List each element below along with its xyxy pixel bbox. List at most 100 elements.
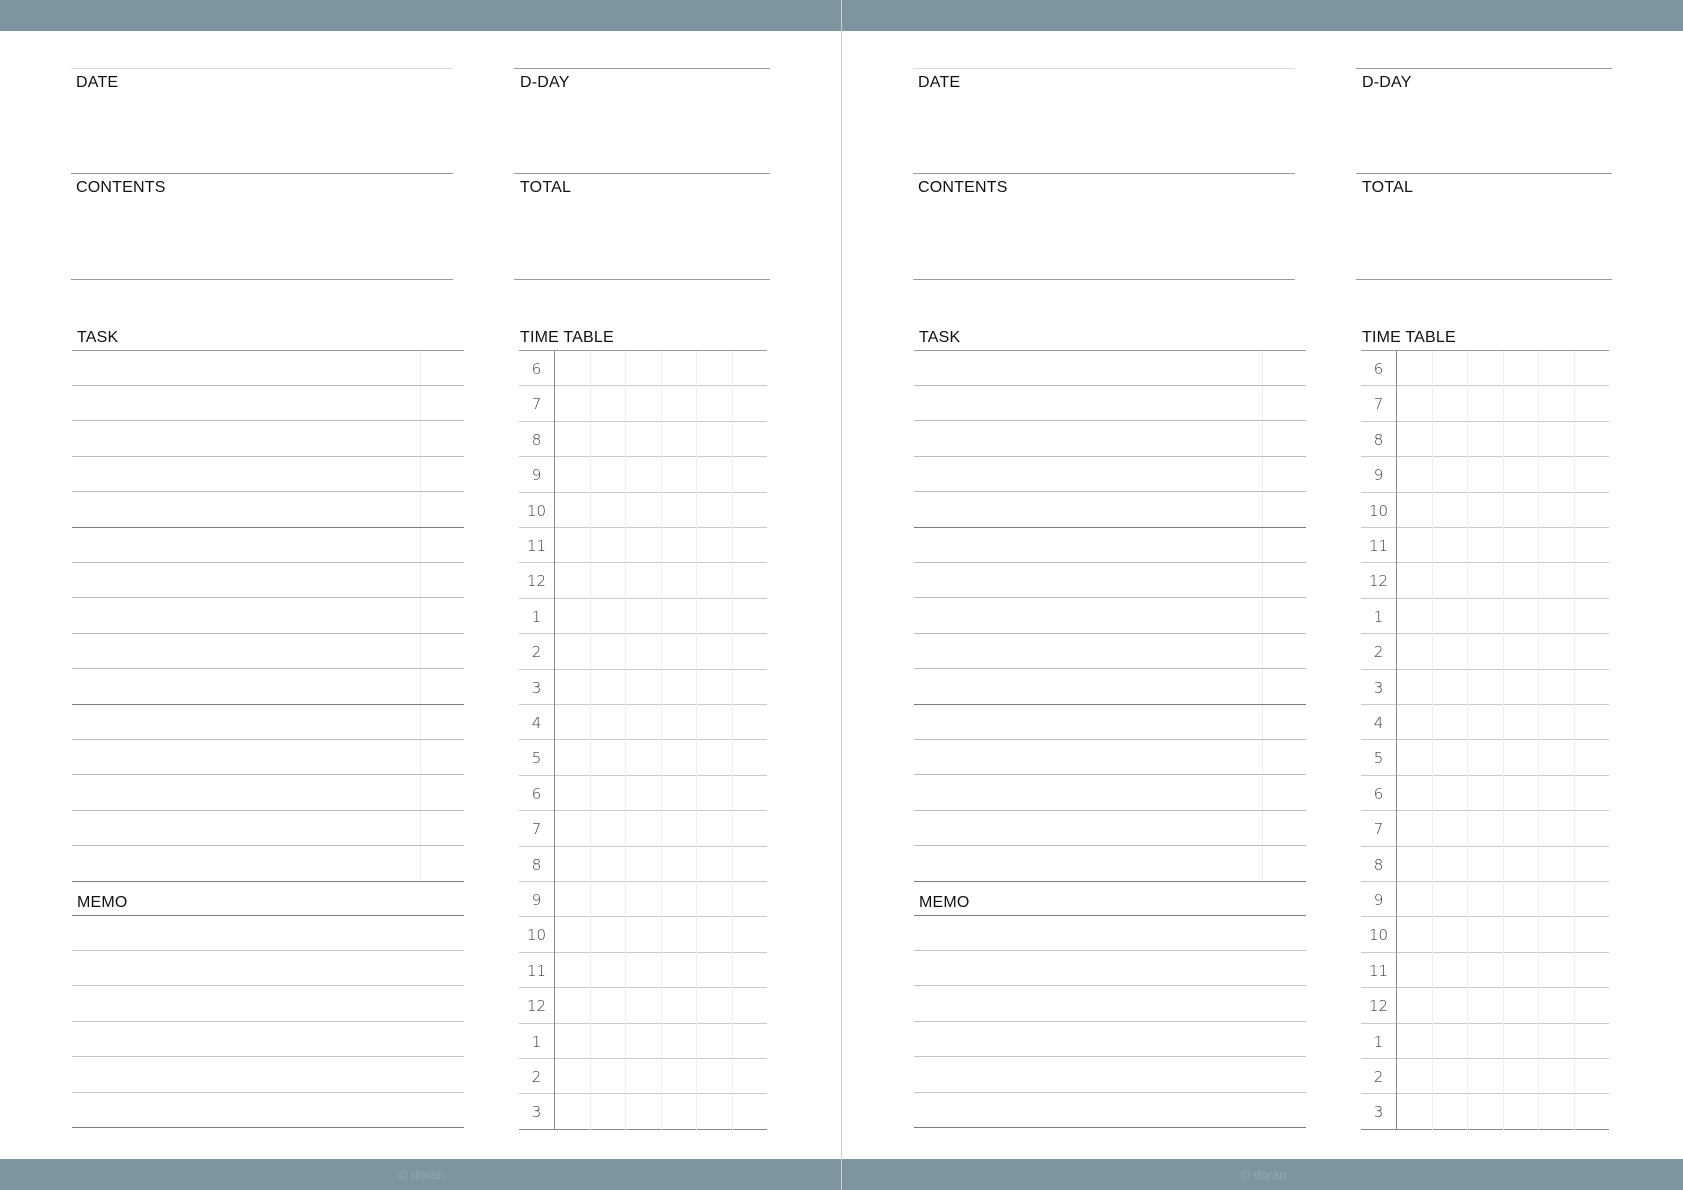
- time-slot-row[interactable]: 12: [519, 988, 767, 1024]
- time-slot-row[interactable]: 6: [519, 351, 767, 387]
- time-slot-row[interactable]: 7: [1361, 386, 1609, 422]
- time-slot-row[interactable]: 8: [519, 847, 767, 882]
- time-slot-row[interactable]: 2: [519, 1059, 767, 1095]
- task-row[interactable]: [914, 386, 1306, 422]
- task-row[interactable]: [72, 775, 464, 811]
- hour-label: 4: [1373, 714, 1384, 732]
- time-slot-row[interactable]: 6: [519, 776, 767, 812]
- time-slot-row[interactable]: 12: [1361, 988, 1609, 1024]
- task-row[interactable]: [72, 563, 464, 599]
- time-slot-row[interactable]: 12: [519, 563, 767, 599]
- task-row[interactable]: [914, 351, 1306, 386]
- memo-row[interactable]: [914, 916, 1306, 951]
- field-rule: [514, 68, 770, 69]
- task-row[interactable]: [72, 705, 464, 740]
- time-slot-row[interactable]: 2: [519, 634, 767, 670]
- ten-minute-gridline: [625, 351, 626, 1130]
- time-slot-row[interactable]: 9: [1361, 457, 1609, 493]
- time-slot-row[interactable]: 7: [519, 386, 767, 422]
- time-slot-row[interactable]: 9: [519, 457, 767, 493]
- time-slot-row[interactable]: 4: [519, 705, 767, 741]
- time-slot-row[interactable]: 3: [519, 1094, 767, 1130]
- time-slot-row[interactable]: 1: [519, 1024, 767, 1059]
- task-row[interactable]: [72, 492, 464, 528]
- time-slot-row[interactable]: 3: [1361, 670, 1609, 705]
- task-check-column: [420, 386, 421, 421]
- memo-row[interactable]: [72, 1022, 464, 1058]
- task-row[interactable]: [72, 634, 464, 670]
- task-row[interactable]: [72, 528, 464, 563]
- hour-label: 6: [531, 784, 542, 803]
- task-row[interactable]: [914, 492, 1306, 528]
- memo-row[interactable]: [72, 916, 464, 951]
- memo-row[interactable]: [914, 951, 1306, 987]
- time-slot-row[interactable]: 8: [1361, 847, 1609, 882]
- task-row[interactable]: [72, 386, 464, 422]
- task-row[interactable]: [72, 598, 464, 634]
- time-slot-row[interactable]: 8: [1361, 422, 1609, 458]
- task-row[interactable]: [914, 775, 1306, 811]
- time-slot-row[interactable]: 11: [1361, 953, 1609, 989]
- task-row[interactable]: [914, 669, 1306, 705]
- time-slot-row[interactable]: 5: [519, 740, 767, 776]
- hour-label: 10: [526, 501, 547, 520]
- task-row[interactable]: [72, 457, 464, 493]
- task-row[interactable]: [914, 598, 1306, 634]
- time-slot-row[interactable]: 12: [1361, 563, 1609, 599]
- time-slot-row[interactable]: 7: [519, 811, 767, 847]
- memo-row[interactable]: [914, 987, 1306, 1022]
- task-check-column: [420, 528, 421, 562]
- task-row[interactable]: [914, 634, 1306, 670]
- time-slot-row[interactable]: 1: [1361, 599, 1609, 635]
- time-slot-row[interactable]: 3: [1361, 1094, 1609, 1130]
- time-slot-row[interactable]: 10: [519, 493, 767, 528]
- task-row[interactable]: [72, 351, 464, 386]
- task-row[interactable]: [72, 846, 464, 882]
- time-slot-row[interactable]: 10: [1361, 493, 1609, 528]
- task-row[interactable]: [914, 811, 1306, 847]
- time-slot-row[interactable]: 11: [1361, 528, 1609, 564]
- time-slot-row[interactable]: 8: [519, 422, 767, 458]
- task-row[interactable]: [914, 846, 1306, 882]
- time-slot-row[interactable]: 5: [1361, 740, 1609, 776]
- task-row[interactable]: [72, 740, 464, 776]
- memo-row[interactable]: [914, 1058, 1306, 1093]
- time-slot-row[interactable]: 10: [1361, 917, 1609, 953]
- memo-row[interactable]: [72, 1058, 464, 1093]
- task-check-column: [1262, 811, 1263, 846]
- task-row[interactable]: [914, 740, 1306, 776]
- time-slot-row[interactable]: 1: [519, 599, 767, 635]
- time-slot-row[interactable]: 9: [1361, 882, 1609, 918]
- total-label: TOTAL: [520, 179, 572, 196]
- time-slot-row[interactable]: 2: [1361, 1059, 1609, 1095]
- memo-row[interactable]: [72, 1093, 464, 1128]
- time-slot-row[interactable]: 1: [1361, 1024, 1609, 1059]
- time-slot-row[interactable]: 9: [519, 882, 767, 918]
- task-row[interactable]: [914, 705, 1306, 740]
- time-slot-row[interactable]: 6: [1361, 351, 1609, 387]
- task-row[interactable]: [914, 421, 1306, 457]
- memo-row[interactable]: [72, 987, 464, 1022]
- task-row[interactable]: [72, 421, 464, 457]
- hour-label: 1: [1373, 1032, 1384, 1051]
- time-slot-row[interactable]: 10: [519, 917, 767, 953]
- time-slot-row[interactable]: 11: [519, 528, 767, 564]
- hour-label: 3: [531, 678, 542, 697]
- task-check-column: [1262, 492, 1263, 527]
- hour-label: 7: [1373, 820, 1384, 839]
- time-slot-row[interactable]: 3: [519, 670, 767, 705]
- time-slot-row[interactable]: 2: [1361, 634, 1609, 670]
- task-row[interactable]: [914, 457, 1306, 493]
- time-slot-row[interactable]: 11: [519, 953, 767, 989]
- time-slot-row[interactable]: 4: [1361, 705, 1609, 741]
- time-slot-row[interactable]: 6: [1361, 776, 1609, 812]
- memo-row[interactable]: [914, 1093, 1306, 1128]
- task-row[interactable]: [72, 669, 464, 705]
- memo-row[interactable]: [72, 951, 464, 987]
- task-row[interactable]: [914, 563, 1306, 599]
- time-slot-row[interactable]: 7: [1361, 811, 1609, 847]
- task-row[interactable]: [72, 811, 464, 847]
- memo-row[interactable]: [914, 1022, 1306, 1058]
- task-check-column: [1262, 421, 1263, 456]
- task-row[interactable]: [914, 528, 1306, 563]
